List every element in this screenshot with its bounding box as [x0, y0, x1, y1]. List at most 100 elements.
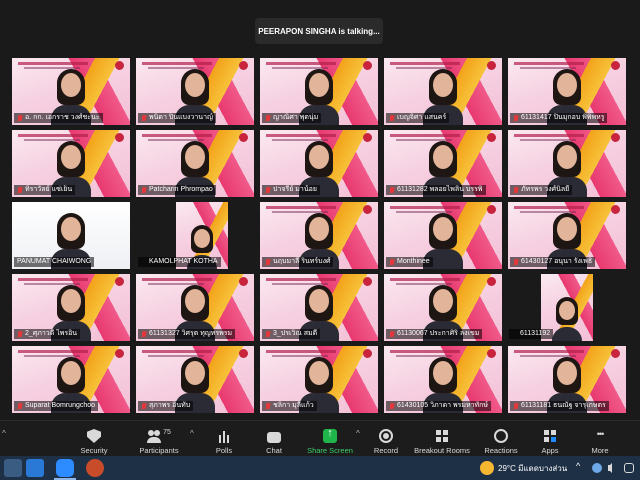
participant-tile[interactable]: อ. กก. เอกราช วงศ์ชะนะ: [12, 58, 130, 125]
participants-count: 75: [163, 429, 171, 436]
participant-name: 61131181 ธนณัฐ จารุเกษตร: [510, 401, 609, 411]
university-logo-icon: [611, 133, 620, 142]
file-explorer-icon[interactable]: [4, 459, 22, 477]
reactions-icon: [494, 429, 508, 443]
mic-muted-icon: [141, 330, 147, 338]
university-logo-icon: [487, 61, 496, 70]
mic-muted-icon: [265, 258, 271, 266]
volume-icon[interactable]: [608, 463, 612, 473]
shield-icon: [87, 429, 101, 443]
polls-button[interactable]: Polls: [206, 425, 242, 455]
apps-button[interactable]: Apps: [534, 425, 566, 455]
chat-button[interactable]: Chat: [256, 425, 292, 455]
mic-muted-icon: [389, 402, 395, 410]
participant-name: Suparat Bomrungchoo: [14, 401, 99, 411]
university-logo-icon: [363, 349, 372, 358]
participant-name: ทิราวัลย์ แซ่เย็น: [14, 185, 76, 195]
mic-muted-icon: [389, 258, 395, 266]
participant-name: ญาณิศา พุดนุ่ม: [262, 113, 322, 123]
participants-options-caret[interactable]: ^: [190, 429, 194, 438]
university-logo-icon: [487, 277, 496, 286]
participants-icon-group: 75: [147, 429, 171, 446]
zoom-meeting-window: อ. กก. เอกราช วงศ์ชะนะ พนิดา ปิ่นแบงวานา…: [0, 0, 640, 480]
participant-tile[interactable]: ญาณิศา พุดนุ่ม: [260, 58, 378, 125]
breakout-rooms-button[interactable]: Breakout Rooms: [414, 425, 470, 455]
language-icon[interactable]: [624, 463, 634, 473]
weather-icon[interactable]: [480, 461, 494, 475]
cloud-icon[interactable]: [592, 463, 602, 473]
zoom-app-icon[interactable]: [56, 459, 74, 477]
mic-muted-icon: [17, 330, 23, 338]
participant-tile[interactable]: Monthinee: [384, 202, 502, 269]
participant-tile[interactable]: PANUMAT CHAIWONG: [12, 202, 130, 269]
participant-tile[interactable]: 3_ปรเวิณ สมดี: [260, 274, 378, 341]
mic-muted-icon: [389, 114, 395, 122]
mic-muted-icon: [141, 402, 147, 410]
participant-name: 2_ศุภาวดี ไพรอิ่น: [14, 329, 81, 339]
participant-tile[interactable]: 61131181 ธนณัฐ จารุเกษตร: [508, 346, 626, 413]
participant-tile[interactable]: Patcharin Phrompao: [136, 130, 254, 197]
chat-icon: [267, 432, 281, 443]
participants-button[interactable]: 75 Participants: [134, 425, 184, 455]
background-banner-text: [514, 206, 584, 209]
participant-name: KAMOLPHAT KOTHA: [138, 257, 221, 267]
background-banner-text: [142, 134, 212, 137]
mic-muted-icon: [513, 186, 519, 194]
participant-tile[interactable]: 61131282 พลอยไพลิน บรรพิ: [384, 130, 502, 197]
participant-tile[interactable]: นฤบมาลี รินทร์บงศ์: [260, 202, 378, 269]
university-logo-icon: [363, 61, 372, 70]
record-icon: [379, 429, 393, 443]
participant-tile[interactable]: 61430127 อนุนา รังเพธิ: [508, 202, 626, 269]
gallery-grid: อ. กก. เอกราช วงศ์ชะนะ พนิดา ปิ่นแบงวานา…: [0, 0, 640, 420]
participant-tile[interactable]: ชลิกา มุลีแก้ว: [260, 346, 378, 413]
participant-tile[interactable]: เบญจิศา แสนคร์: [384, 58, 502, 125]
participant-tile[interactable]: 61131327 วิศรุต ทุญทรพรม: [136, 274, 254, 341]
participant-tile[interactable]: 61131417 ปิ่นมุกอบ พิพิพหรู: [508, 58, 626, 125]
participant-tile[interactable]: พนิดา ปิ่นแบงวานาญ์: [136, 58, 254, 125]
university-logo-icon: [239, 277, 248, 286]
record-button[interactable]: Record: [368, 425, 404, 455]
mic-muted-icon: [513, 258, 519, 266]
participant-name: เบญจิศา แสนคร์: [386, 113, 450, 123]
participant-tile[interactable]: Suparat Bomrungchoo: [12, 346, 130, 413]
weather-readout[interactable]: 29°C มีแดดบางส่วน: [498, 462, 567, 475]
powerpoint-icon[interactable]: [86, 459, 104, 477]
background-banner-text: [514, 134, 584, 137]
participant-tile[interactable]: สุภาพร อินทับ: [136, 346, 254, 413]
participant-tile[interactable]: ปาจรีย์ มาน้อย: [260, 130, 378, 197]
mail-icon[interactable]: [26, 459, 44, 477]
more-button[interactable]: More: [584, 425, 616, 455]
polls-icon: [217, 429, 231, 443]
background-banner-text: [18, 62, 88, 65]
participant-tile[interactable]: 61130067 ประกาศิริ ลงเขม: [384, 274, 502, 341]
participant-tile[interactable]: 61430105 วิภาดา พรมหาทักษ์: [384, 346, 502, 413]
participant-name: PANUMAT CHAIWONG: [14, 257, 95, 267]
participant-name: 61131417 ปิ่นมุกอบ พิพิพหรู: [510, 113, 608, 123]
share-options-caret[interactable]: ^: [356, 429, 360, 438]
university-logo-icon: [115, 61, 124, 70]
participant-name: 61131192: [509, 329, 554, 339]
participant-tile[interactable]: ภัทรพร วงศ์นิลยื่: [508, 130, 626, 197]
background-banner-text: [142, 350, 212, 353]
background-banner-text: [514, 62, 584, 65]
mic-muted-icon: [141, 186, 147, 194]
participant-name: 61131327 วิศรุต ทุญทรพรม: [138, 329, 236, 339]
background-banner-text: [266, 134, 336, 137]
mic-muted-icon: [389, 186, 395, 194]
participant-tile[interactable]: 2_ศุภาวดี ไพรอิ่น: [12, 274, 130, 341]
participant-tile[interactable]: ทิราวัลย์ แซ่เย็น: [12, 130, 130, 197]
background-banner-text: [18, 278, 88, 281]
university-logo-icon: [611, 205, 620, 214]
security-button[interactable]: Security: [72, 425, 116, 455]
mic-muted-icon: [17, 402, 23, 410]
university-logo-icon: [487, 133, 496, 142]
university-logo-icon: [239, 349, 248, 358]
reactions-button[interactable]: Reactions: [482, 425, 520, 455]
show-hidden-icons-button[interactable]: ^: [576, 461, 580, 471]
background-banner-text: [390, 134, 460, 137]
chevron-up-icon[interactable]: ^: [2, 429, 6, 438]
participant-name: สุภาพร อินทับ: [138, 401, 194, 411]
share-screen-button[interactable]: Share Screen: [306, 425, 354, 455]
mic-muted-icon: [513, 402, 519, 410]
background-banner-text: [390, 350, 460, 353]
